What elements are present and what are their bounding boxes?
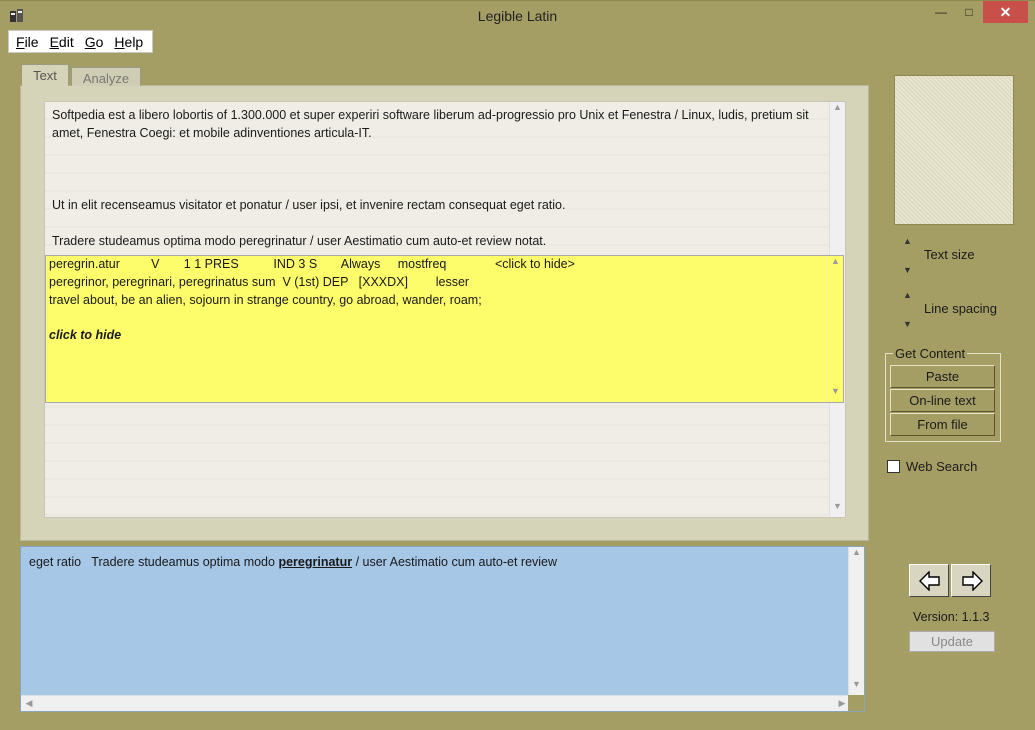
from-file-button[interactable]: From file bbox=[890, 413, 995, 436]
menu-edit[interactable]: Edit bbox=[50, 34, 74, 50]
text-paragraph[interactable]: Tradere studeamus optima modo peregrinat… bbox=[52, 232, 546, 250]
web-search-checkbox[interactable] bbox=[887, 460, 900, 473]
text-size-up-icon[interactable]: ▲ bbox=[903, 236, 912, 246]
version-label: Version: 1.1.3 bbox=[913, 610, 990, 624]
context-horizontal-scrollbar[interactable]: ◀ ▶ bbox=[21, 695, 850, 711]
selected-word[interactable]: peregrinatur bbox=[278, 555, 352, 569]
scroll-up-icon[interactable]: ▲ bbox=[849, 547, 864, 563]
paste-button[interactable]: Paste bbox=[890, 365, 995, 388]
text-paragraph[interactable]: Ut in elit recenseamus visitator et pona… bbox=[52, 196, 565, 214]
scroll-corner bbox=[848, 695, 864, 711]
line-spacing-down-icon[interactable]: ▼ bbox=[903, 319, 912, 329]
preview-box bbox=[894, 75, 1014, 225]
forward-button[interactable] bbox=[951, 564, 991, 597]
scroll-up-icon[interactable]: ▲ bbox=[830, 102, 845, 118]
text-size-down-icon[interactable]: ▼ bbox=[903, 265, 912, 275]
web-search-label[interactable]: Web Search bbox=[906, 459, 977, 474]
line-spacing-label: Line spacing bbox=[924, 301, 997, 316]
menu-help[interactable]: Help bbox=[114, 34, 143, 50]
popup-dictionary-line: peregrinor, peregrinari, peregrinatus su… bbox=[49, 275, 470, 289]
scroll-down-icon[interactable]: ▼ bbox=[849, 679, 864, 695]
context-text: eget ratio Tradere studeamus optima modo… bbox=[29, 555, 558, 569]
tab-analyze[interactable]: Analyze bbox=[71, 67, 141, 86]
menu-file[interactable]: File bbox=[16, 34, 39, 50]
back-button[interactable] bbox=[909, 564, 949, 597]
minimize-button[interactable]: — bbox=[928, 1, 954, 23]
menu-bar: File Edit Go Help bbox=[8, 30, 153, 53]
context-vertical-scrollbar[interactable]: ▲ ▼ bbox=[848, 547, 864, 695]
popup-parse-line: peregrin.atur V 1 1 PRES IND 3 S Always … bbox=[49, 257, 575, 271]
text-size-label: Text size bbox=[924, 247, 975, 262]
update-button[interactable]: Update bbox=[909, 631, 995, 652]
get-content-label: Get Content bbox=[893, 346, 968, 361]
word-analysis-popup[interactable]: peregrin.atur V 1 1 PRES IND 3 S Always … bbox=[45, 255, 844, 403]
window-title: Legible Latin bbox=[477, 8, 558, 24]
scroll-up-icon[interactable]: ▲ bbox=[828, 256, 843, 272]
scroll-down-icon[interactable]: ▼ bbox=[830, 501, 845, 517]
text-paragraph[interactable]: Softpedia est a libero lobortis of 1.300… bbox=[52, 106, 822, 142]
left-arrow-icon bbox=[919, 571, 940, 591]
menu-go[interactable]: Go bbox=[85, 34, 104, 50]
online-text-button[interactable]: On-line text bbox=[890, 389, 995, 412]
popup-meaning-line: travel about, be an alien, sojourn in st… bbox=[49, 293, 482, 307]
context-panel[interactable]: eget ratio Tradere studeamus optima modo… bbox=[20, 546, 865, 712]
close-button[interactable]: ✕ bbox=[983, 1, 1028, 23]
right-arrow-icon bbox=[962, 571, 983, 591]
maximize-button[interactable]: □ bbox=[956, 1, 982, 23]
title-bar: Legible Latin — □ ✕ bbox=[0, 0, 1035, 30]
scroll-down-icon[interactable]: ▼ bbox=[828, 386, 843, 402]
click-to-hide-link[interactable]: click to hide bbox=[49, 328, 121, 342]
scroll-left-icon[interactable]: ◀ bbox=[21, 696, 37, 711]
line-spacing-up-icon[interactable]: ▲ bbox=[903, 290, 912, 300]
tab-text[interactable]: Text bbox=[21, 64, 69, 86]
popup-scrollbar[interactable]: ▲ ▼ bbox=[827, 256, 843, 402]
